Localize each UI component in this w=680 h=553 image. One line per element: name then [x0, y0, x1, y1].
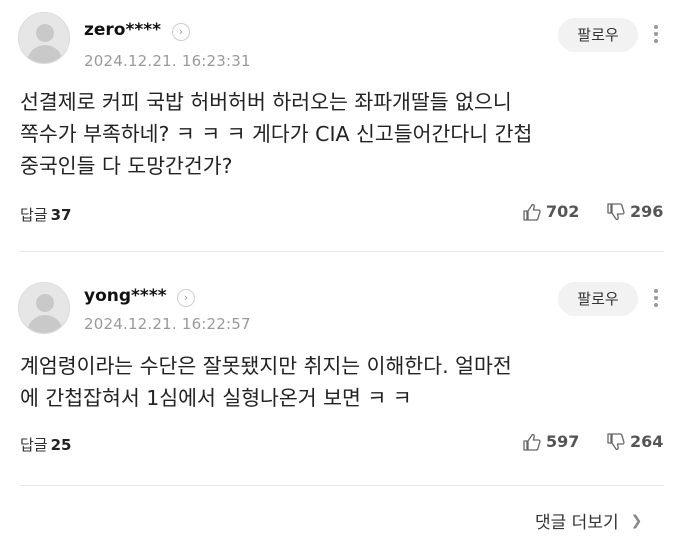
thumbs-down-icon — [607, 202, 625, 220]
dislike-button[interactable]: 264 — [606, 432, 663, 451]
chevron-right-icon: ❯ — [630, 512, 643, 529]
comment-datetime: 2024.12.21. 16:23:31 — [84, 52, 251, 70]
dislike-count: 264 — [630, 432, 664, 451]
replies-count: 25 — [50, 436, 72, 454]
like-button[interactable]: 597 — [522, 432, 579, 451]
comment-text: 선결제로 커피 국밥 허버허버 하러오는 좌파개딸들 없으니 쪽수가 부족하네?… — [20, 86, 660, 182]
avatar-body — [27, 45, 63, 63]
like-count: 597 — [546, 432, 580, 451]
chevron-right-circle-icon[interactable]: › — [177, 289, 195, 307]
comment-line: 쪽수가 부족하네? ㅋ ㅋ ㅋ 게다가 CIA 신고들어간다니 간첩 — [20, 122, 533, 146]
comment-line: 계엄령이라는 수단은 잘못됐지만 취지는 이해한다. 얼마전 — [20, 354, 512, 378]
replies-count: 37 — [50, 206, 72, 224]
replies-label: 답글 — [20, 436, 48, 454]
divider — [20, 251, 664, 252]
thumbs-up-icon — [523, 433, 541, 451]
follow-button[interactable]: 팔로우 — [558, 18, 638, 52]
thumbs-down-icon — [607, 432, 625, 450]
avatar-body — [27, 315, 63, 333]
avatar-head — [36, 24, 54, 42]
divider — [20, 485, 664, 486]
follow-button[interactable]: 팔로우 — [558, 282, 638, 316]
comment-line: 에 간첩잡혀서 1심에서 실형나온거 보면 ㅋ ㅋ — [20, 386, 412, 410]
like-count: 702 — [546, 202, 580, 221]
replies-button[interactable]: 답글 37 — [20, 204, 71, 225]
like-button[interactable]: 702 — [522, 202, 579, 221]
more-vertical-icon[interactable] — [650, 286, 662, 310]
replies-label: 답글 — [20, 206, 48, 224]
comment-text: 계엄령이라는 수단은 잘못됐지만 취지는 이해한다. 얼마전 에 간첩잡혀서 1… — [20, 350, 660, 414]
comment-line: 중국인들 다 도망간건가? — [20, 154, 233, 178]
dislike-count: 296 — [630, 202, 664, 221]
comment-item: zero**** › 2024.12.21. 16:23:31 팔로우 선결제로… — [0, 0, 680, 248]
more-comments-button[interactable]: 댓글 더보기 ❯ — [535, 508, 643, 534]
nickname[interactable]: yong**** — [84, 286, 167, 306]
dislike-button[interactable]: 296 — [606, 202, 663, 221]
comment-line: 선결제로 커피 국밥 허버허버 하러오는 좌파개딸들 없으니 — [20, 90, 512, 114]
comment-item: yong**** › 2024.12.21. 16:22:57 팔로우 계엄령이… — [0, 260, 680, 482]
more-vertical-icon[interactable] — [650, 22, 662, 46]
avatar-head — [36, 294, 54, 312]
avatar[interactable] — [18, 12, 70, 64]
chevron-right-circle-icon[interactable]: › — [172, 23, 190, 41]
more-comments-label: 댓글 더보기 — [535, 513, 619, 533]
avatar[interactable] — [18, 282, 70, 334]
replies-button[interactable]: 답글 25 — [20, 434, 71, 455]
thumbs-up-icon — [523, 203, 541, 221]
comment-datetime: 2024.12.21. 16:22:57 — [84, 315, 251, 333]
nickname[interactable]: zero**** — [84, 20, 161, 40]
